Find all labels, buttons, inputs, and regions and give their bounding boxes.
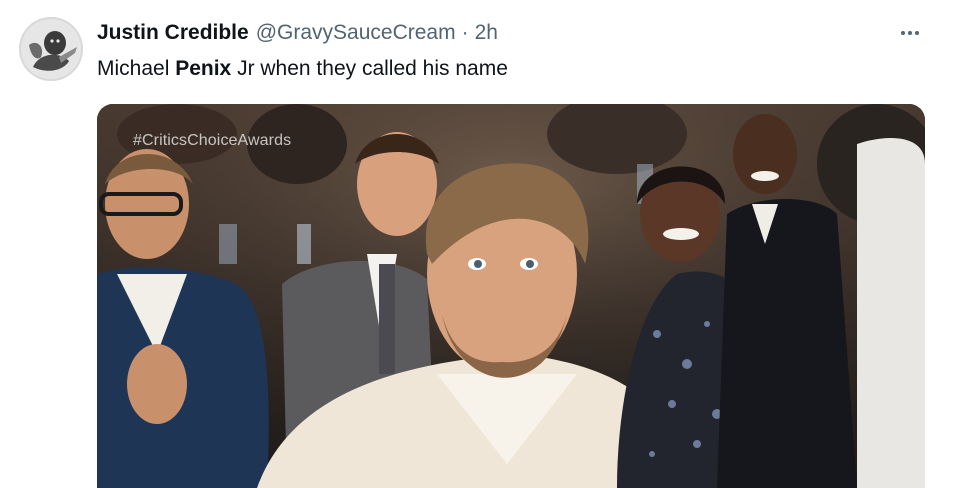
media-caption: #CriticsChoiceAwards xyxy=(133,132,292,149)
tweet-text-start: Michael xyxy=(97,57,176,80)
more-options-button[interactable] xyxy=(890,17,930,49)
media-scene-image xyxy=(97,104,925,488)
user-handle[interactable]: @GravySauceCream xyxy=(256,21,456,45)
tweet-header: Justin Credible @GravySauceCream · 2h xyxy=(97,17,498,49)
tweet-text-bold: Penix xyxy=(175,57,232,80)
timestamp[interactable]: 2h xyxy=(475,21,498,45)
more-horizontal-icon xyxy=(901,31,919,35)
tweet-text: Michael Penix Jr when they called his na… xyxy=(97,55,508,83)
display-name[interactable]: Justin Credible xyxy=(97,21,249,45)
tweet: Justin Credible @GravySauceCream · 2h Mi… xyxy=(0,0,958,488)
avatar[interactable] xyxy=(19,17,83,81)
tweet-text-end: Jr when they called his name xyxy=(231,57,508,80)
separator-dot: · xyxy=(461,21,469,44)
tweet-media-gif[interactable]: #CriticsChoiceAwards xyxy=(97,104,925,488)
avatar-image xyxy=(19,17,83,81)
